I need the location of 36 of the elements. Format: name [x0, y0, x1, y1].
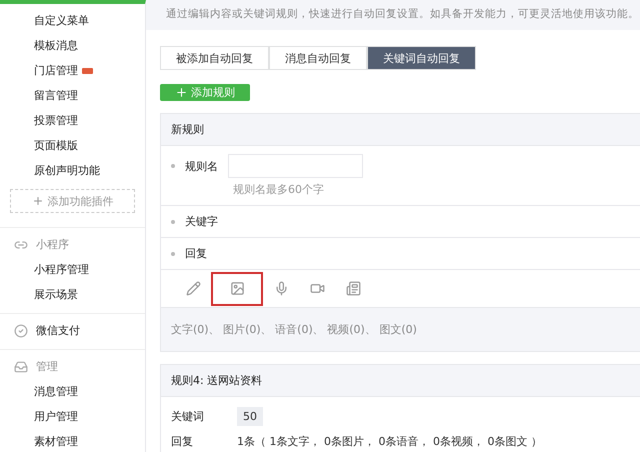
menu-item[interactable]: 消息管理 — [0, 379, 145, 404]
rule-name-field[interactable] — [228, 154, 363, 178]
tab[interactable]: 关键词自动回复 — [367, 46, 476, 70]
tab[interactable]: 被添加自动回复 — [160, 46, 269, 70]
menu-item[interactable]: 页面模版 — [0, 133, 145, 158]
field-label: 回复 — [171, 434, 194, 449]
menu-item[interactable]: 小程序管理 — [0, 257, 145, 282]
section-title: 小程序 — [36, 237, 69, 252]
field-label: 规则名 — [185, 158, 218, 174]
check-circle-icon — [14, 324, 28, 338]
plus-icon — [32, 195, 44, 207]
menu-item[interactable]: 微信支付 — [36, 323, 80, 338]
notice-text: 通过编辑内容或关键词规则，快速进行自动回复设置。如具备开发能力，可更灵活地使用该功能。 — [166, 7, 639, 21]
keyword-tag: 50 — [237, 407, 263, 426]
plus-icon — [175, 86, 188, 99]
menu-item[interactable]: 自定义菜单 — [0, 8, 145, 33]
menu-item[interactable]: 用户管理 — [0, 404, 145, 429]
menu-item[interactable]: 投票管理 — [0, 108, 145, 133]
inbox-tray-icon — [14, 360, 28, 374]
field-label: 关键字 — [185, 214, 218, 229]
menu-item[interactable]: 素材管理 — [0, 429, 145, 452]
menu-item[interactable]: 原创声明功能 — [0, 158, 145, 183]
field-label: 回复 — [185, 246, 207, 261]
reply-summary: 1条（ 1条文字， 0条图片， 0条语音， 0条视频， 0条图文 ） — [237, 434, 543, 449]
image-icon[interactable] — [211, 272, 263, 306]
menu-item[interactable]: 展示场景 — [0, 282, 145, 307]
tab[interactable]: 消息自动回复 — [269, 46, 367, 70]
menu-item[interactable]: 模板消息 — [0, 33, 145, 58]
reply-counts: 文字(0)、 图片(0)、 语音(0)、 视频(0)、 图文(0) — [171, 323, 417, 336]
section-title: 管理 — [36, 359, 58, 374]
menu-item[interactable]: 留言管理 — [0, 83, 145, 108]
field-label: 关键词 — [171, 409, 205, 424]
field-hint: 规则名最多60个字 — [233, 182, 325, 197]
panel-title: 规则4: 送网站资料 — [171, 373, 262, 388]
menu-item[interactable]: 门店管理 — [0, 58, 145, 83]
panel-title: 新规则 — [171, 122, 204, 137]
